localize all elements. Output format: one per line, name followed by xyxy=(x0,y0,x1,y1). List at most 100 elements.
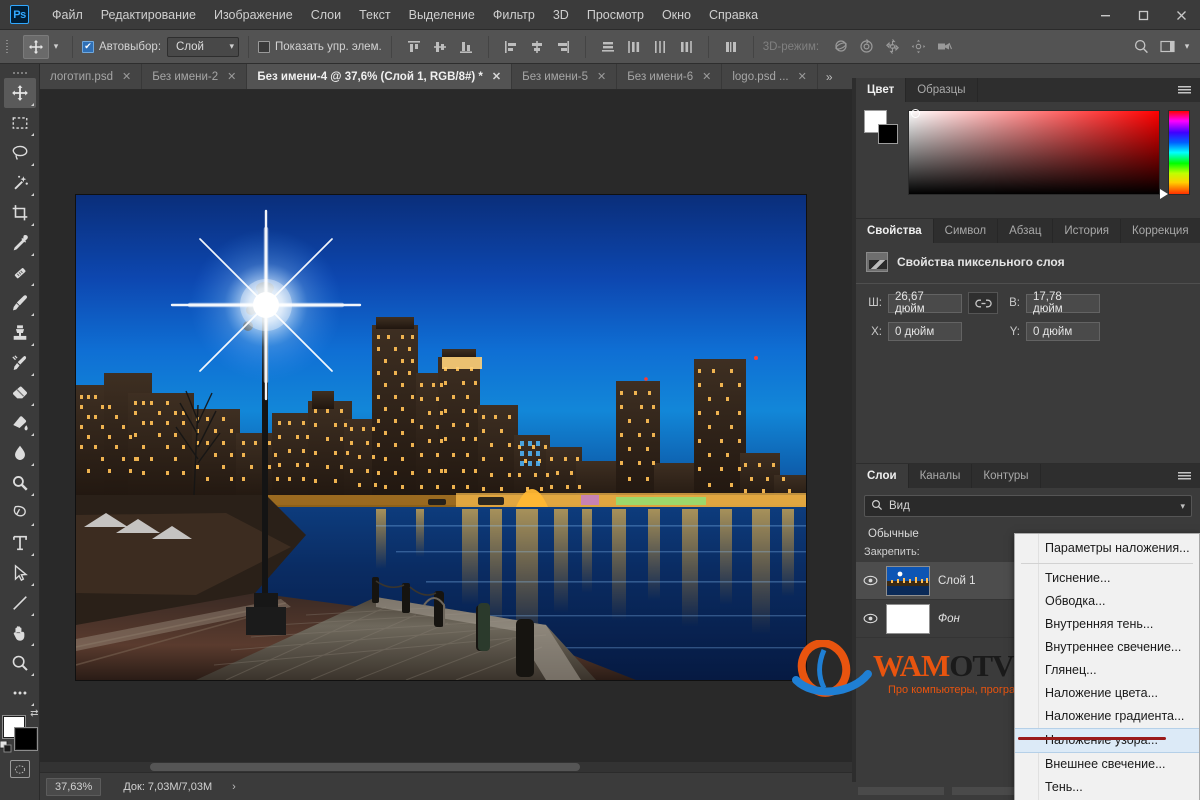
close-icon[interactable]: ✕ xyxy=(122,70,131,83)
document-canvas[interactable] xyxy=(76,195,806,680)
zoom-level-field[interactable]: 37,63% xyxy=(46,777,102,796)
blend-mode-select[interactable]: Обычные xyxy=(864,526,923,542)
menu-item-10[interactable]: Справка xyxy=(700,4,767,26)
slide-3d-icon[interactable] xyxy=(905,34,931,60)
options-bar-gripper[interactable] xyxy=(0,30,14,64)
align-horizontal-centers-icon[interactable] xyxy=(524,34,550,60)
width-input[interactable]: 26,67 дюйм xyxy=(888,291,962,315)
blur-tool[interactable] xyxy=(4,438,36,468)
search-icon[interactable] xyxy=(1128,34,1154,60)
context-menu-item-2[interactable]: Обводка... xyxy=(1015,590,1199,613)
eraser-tool[interactable] xyxy=(4,378,36,408)
dodge-tool[interactable] xyxy=(4,468,36,498)
document-tab-5[interactable]: logo.psd ... ✕ xyxy=(722,64,818,89)
layers-panel-tab-1[interactable]: Каналы xyxy=(908,464,973,488)
rectangular-marquee-tool[interactable] xyxy=(4,108,36,138)
menu-item-6[interactable]: Фильтр xyxy=(484,4,544,26)
layer-thumbnail[interactable] xyxy=(886,565,930,596)
color-panel-tab-1[interactable]: Образцы xyxy=(906,78,978,102)
close-icon[interactable]: ✕ xyxy=(597,70,606,83)
autoselect-scope-select[interactable]: Слой ▾ xyxy=(167,36,240,57)
menu-item-8[interactable]: Просмотр xyxy=(578,4,653,26)
layer-visibility-eye-icon[interactable] xyxy=(862,613,878,624)
align-vertical-centers-icon[interactable] xyxy=(427,34,453,60)
camera-3d-icon[interactable] xyxy=(931,34,957,60)
show-transform-controls-checkbox[interactable] xyxy=(258,40,271,53)
default-colors-icon[interactable] xyxy=(0,740,12,758)
pan-3d-icon[interactable] xyxy=(879,34,905,60)
distribute-right-icon[interactable] xyxy=(673,34,699,60)
document-tab-0[interactable]: логотип.psd ✕ xyxy=(40,64,143,89)
context-menu-item-10[interactable]: Тень... xyxy=(1015,776,1199,799)
hand-tool[interactable] xyxy=(4,618,36,648)
align-top-edges-icon[interactable] xyxy=(401,34,427,60)
roll-3d-icon[interactable] xyxy=(853,34,879,60)
context-menu-item-4[interactable]: Внутреннее свечение... xyxy=(1015,636,1199,659)
distribute-left-icon[interactable] xyxy=(621,34,647,60)
gradient-tool[interactable] xyxy=(4,408,36,438)
menu-item-9[interactable]: Окно xyxy=(653,4,700,26)
distribute-top-icon[interactable] xyxy=(595,34,621,60)
path-selection-tool[interactable] xyxy=(4,558,36,588)
status-expand-chevron-icon[interactable]: › xyxy=(232,781,236,793)
context-menu-item-1[interactable]: Тиснение... xyxy=(1015,567,1199,590)
properties-panel-tab-0[interactable]: Свойства xyxy=(856,219,934,243)
close-icon[interactable]: ✕ xyxy=(798,70,807,83)
layer-name[interactable]: Слой 1 xyxy=(938,575,976,587)
more-tabs-chevron-icon[interactable]: » xyxy=(818,64,841,89)
canvas-horizontal-scrollbar[interactable] xyxy=(40,762,852,772)
current-tool-move-icon[interactable] xyxy=(23,34,49,59)
dock-resize-handle-left[interactable] xyxy=(858,787,944,795)
history-brush-tool[interactable] xyxy=(4,348,36,378)
eyedropper-tool[interactable] xyxy=(4,228,36,258)
quick-selection-tool[interactable] xyxy=(4,168,36,198)
context-menu-item-6[interactable]: Наложение цвета... xyxy=(1015,682,1199,705)
document-tab-3[interactable]: Без имени-5 ✕ xyxy=(512,64,618,89)
context-menu-item-5[interactable]: Глянец... xyxy=(1015,659,1199,682)
properties-panel-tab-1[interactable]: Символ xyxy=(933,219,999,243)
layer-thumbnail[interactable] xyxy=(886,603,930,634)
tool-preset-chevron-down-icon[interactable]: ▾ xyxy=(49,41,63,52)
align-right-edges-icon[interactable] xyxy=(550,34,576,60)
canvas-area[interactable] xyxy=(40,90,852,772)
layer-filter-control[interactable]: Вид ▾ xyxy=(864,495,1192,517)
menu-item-0[interactable]: Файл xyxy=(43,4,92,26)
context-menu-item-9[interactable]: Внешнее свечение... xyxy=(1015,753,1199,776)
context-menu-item-3[interactable]: Внутренняя тень... xyxy=(1015,613,1199,636)
color-panel-body[interactable] xyxy=(856,102,1200,202)
height-input[interactable]: 17,78 дюйм xyxy=(1026,291,1100,315)
color-field-picker[interactable] xyxy=(908,109,1168,199)
close-button[interactable] xyxy=(1162,0,1200,30)
menu-item-5[interactable]: Выделение xyxy=(400,4,484,26)
chevron-down-icon[interactable]: ▾ xyxy=(1180,501,1185,512)
x-input[interactable]: 0 дюйм xyxy=(888,322,962,341)
scrollbar-thumb[interactable] xyxy=(150,763,580,771)
close-icon[interactable]: ✕ xyxy=(702,70,711,83)
crop-tool[interactable] xyxy=(4,198,36,228)
move-tool[interactable] xyxy=(3,78,36,108)
hue-ramp-slider[interactable] xyxy=(1168,110,1190,195)
lasso-tool[interactable] xyxy=(4,138,36,168)
menu-item-1[interactable]: Редактирование xyxy=(92,4,205,26)
properties-panel-tab-3[interactable]: История xyxy=(1053,219,1122,243)
color-panel-background-swatch[interactable] xyxy=(878,124,898,144)
close-icon[interactable]: ✕ xyxy=(492,70,501,83)
edit-toolbar-tool[interactable] xyxy=(4,678,36,708)
layers-panel-tab-0[interactable]: Слои xyxy=(856,464,909,488)
menu-item-3[interactable]: Слои xyxy=(302,4,350,26)
align-bottom-edges-icon[interactable] xyxy=(453,34,479,60)
distribute-spacing-icon[interactable] xyxy=(718,34,744,60)
line-shape-tool[interactable] xyxy=(4,588,36,618)
zoom-tool[interactable] xyxy=(4,648,36,678)
panel-menu-icon[interactable] xyxy=(1169,464,1200,488)
document-tab-4[interactable]: Без имени-6 ✕ xyxy=(617,64,723,89)
clone-stamp-tool[interactable] xyxy=(4,318,36,348)
properties-panel-tab-2[interactable]: Абзац xyxy=(998,219,1054,243)
orbit-3d-icon[interactable] xyxy=(827,34,853,60)
document-tab-1[interactable]: Без имени-2 ✕ xyxy=(142,64,248,89)
context-menu-item-7[interactable]: Наложение градиента... xyxy=(1015,705,1199,728)
context-menu-item-8[interactable]: Наложение узора... xyxy=(1015,728,1199,753)
menu-item-7[interactable]: 3D xyxy=(544,4,578,26)
maximize-button[interactable] xyxy=(1124,0,1162,30)
panel-menu-icon[interactable] xyxy=(1169,78,1200,102)
